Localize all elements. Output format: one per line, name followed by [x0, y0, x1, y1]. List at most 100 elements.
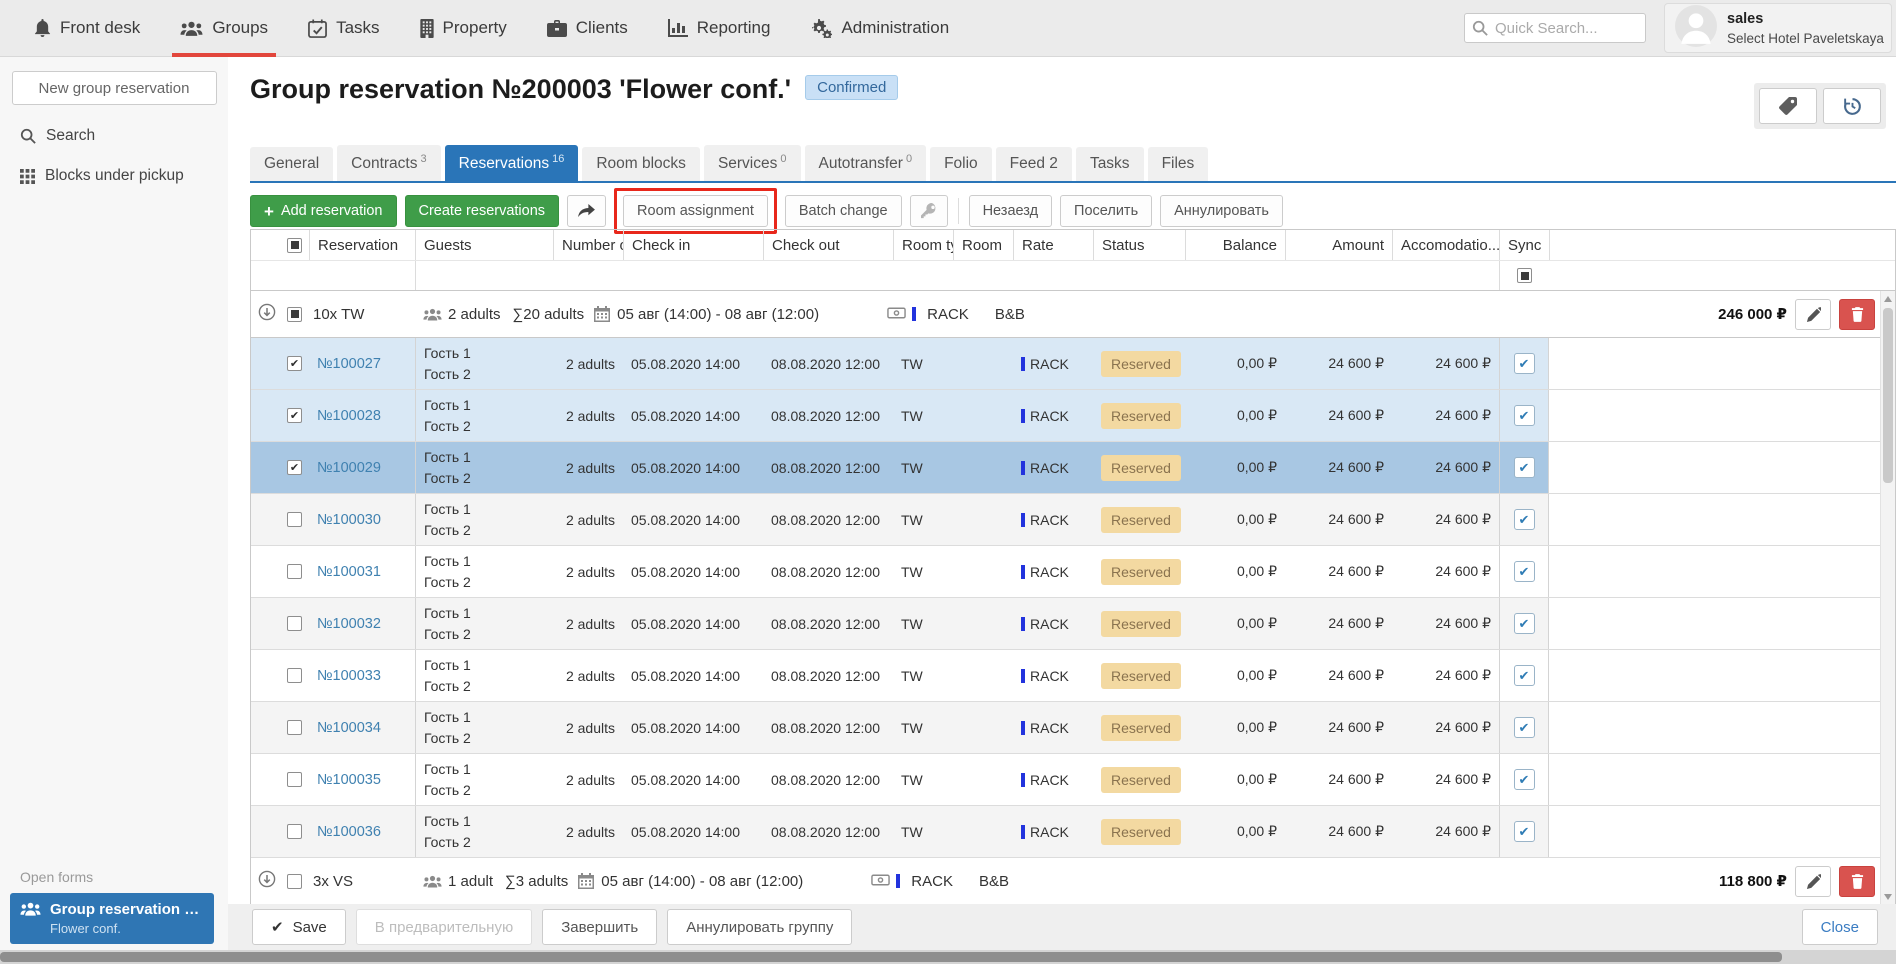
delete-group-button[interactable] [1839, 866, 1875, 897]
history-button[interactable] [1823, 88, 1881, 124]
sync-checkbox[interactable] [1514, 457, 1535, 478]
nav-groups[interactable]: Groups [180, 0, 268, 57]
nav-property[interactable]: Property [420, 0, 507, 57]
tab-files[interactable]: Files [1148, 147, 1209, 181]
row-checkbox[interactable] [287, 720, 302, 735]
reservation-link[interactable]: №100027 [317, 356, 381, 372]
sync-checkbox[interactable] [1514, 769, 1535, 790]
row-checkbox[interactable] [287, 460, 302, 475]
sync-checkbox[interactable] [1514, 353, 1535, 374]
scroll-up-arrow[interactable] [1884, 296, 1892, 302]
no-show-button[interactable]: Незаезд [969, 195, 1052, 227]
tab-contracts[interactable]: Contracts3 [337, 145, 440, 181]
sync-checkbox[interactable] [1514, 405, 1535, 426]
sidebar-item-search[interactable]: Search [20, 127, 228, 145]
group-checkbox[interactable] [287, 874, 302, 889]
sync-checkbox[interactable] [1514, 561, 1535, 582]
reservation-link[interactable]: №100036 [317, 824, 381, 840]
scroll-down-arrow[interactable] [1884, 894, 1892, 900]
user-menu[interactable]: sales Select Hotel Paveletskaya [1664, 3, 1892, 53]
sync-checkbox[interactable] [1514, 613, 1535, 634]
sync-checkbox[interactable] [1514, 665, 1535, 686]
sidebar-item-blocks-under-pickup[interactable]: Blocks under pickup [20, 167, 228, 185]
reservation-link[interactable]: №100030 [317, 512, 381, 528]
row-checkbox[interactable] [287, 668, 302, 683]
collapse-icon[interactable] [258, 303, 276, 325]
tab-reservations[interactable]: Reservations16 [445, 145, 579, 181]
collapse-icon[interactable] [258, 870, 276, 892]
tab-autotransfer[interactable]: Autotransfer0 [805, 145, 927, 181]
room-cell [953, 702, 1013, 753]
tab-tasks[interactable]: Tasks [1076, 147, 1144, 181]
table-row[interactable]: №100033 Гость 1Гость 2 2 adults 05.08.20… [251, 650, 1895, 702]
table-row[interactable]: №100030 Гость 1Гость 2 2 adults 05.08.20… [251, 494, 1895, 546]
table-row[interactable]: №100027 Гость 1Гость 2 2 adults 05.08.20… [251, 338, 1895, 390]
reservation-link[interactable]: №100033 [317, 668, 381, 684]
new-group-reservation-button[interactable]: New group reservation [12, 71, 217, 105]
nav-front-desk[interactable]: Front desk [34, 0, 140, 57]
table-row[interactable]: №100035 Гость 1Гость 2 2 adults 05.08.20… [251, 754, 1895, 806]
tab-services[interactable]: Services0 [704, 145, 801, 181]
sync-checkbox[interactable] [1514, 717, 1535, 738]
create-reservations-button[interactable]: Create reservations [405, 195, 560, 227]
row-checkbox[interactable] [287, 772, 302, 787]
quick-search-input[interactable] [1464, 13, 1646, 43]
save-button[interactable]: Save [252, 909, 346, 945]
edit-group-button[interactable] [1795, 299, 1831, 330]
key-button[interactable] [910, 195, 948, 227]
table-row[interactable]: №100034 Гость 1Гость 2 2 adults 05.08.20… [251, 702, 1895, 754]
annul-group-button[interactable]: Аннулировать группу [667, 909, 852, 945]
forward-button[interactable] [567, 195, 606, 227]
reservation-link[interactable]: №100034 [317, 720, 381, 736]
row-checkbox[interactable] [287, 564, 302, 579]
annul-button[interactable]: Аннулировать [1160, 195, 1283, 227]
sync-checkbox[interactable] [1514, 509, 1535, 530]
rate-color-bar [1021, 825, 1025, 839]
tab-feed[interactable]: Feed 2 [996, 147, 1072, 181]
horizontal-scrollbar[interactable] [0, 950, 1896, 964]
tab-room-blocks[interactable]: Room blocks [582, 147, 700, 181]
reservation-link[interactable]: №100029 [317, 460, 381, 476]
open-form-card[interactable]: Group reservation №2... Flower conf. [10, 893, 214, 944]
nav-reporting[interactable]: Reporting [668, 0, 771, 57]
table-row[interactable]: №100028 Гость 1Гость 2 2 adults 05.08.20… [251, 390, 1895, 442]
row-checkbox[interactable] [287, 408, 302, 423]
reservation-link[interactable]: №100031 [317, 564, 381, 580]
room-assignment-button[interactable]: Room assignment [623, 195, 768, 227]
delete-group-button[interactable] [1839, 299, 1875, 330]
tags-button[interactable] [1759, 88, 1817, 124]
finish-button[interactable]: Завершить [542, 909, 657, 945]
settle-button[interactable]: Поселить [1060, 195, 1152, 227]
reservation-link[interactable]: №100028 [317, 408, 381, 424]
group-row-tw[interactable]: 10x TW 2 adults ∑20 adults 05 авг (14:00… [251, 291, 1895, 338]
tab-general[interactable]: General [250, 147, 333, 181]
reservation-link[interactable]: №100035 [317, 772, 381, 788]
nav-clients[interactable]: Clients [547, 0, 628, 57]
table-row[interactable]: №100031 Гость 1Гость 2 2 adults 05.08.20… [251, 546, 1895, 598]
edit-group-button[interactable] [1795, 866, 1831, 897]
adults-cell: 2 adults [553, 338, 623, 389]
table-row[interactable]: №100032 Гость 1Гость 2 2 adults 05.08.20… [251, 598, 1895, 650]
row-checkbox[interactable] [287, 512, 302, 527]
reservation-link[interactable]: №100032 [317, 616, 381, 632]
tab-folio[interactable]: Folio [930, 147, 992, 181]
scrollbar-thumb[interactable] [1883, 308, 1893, 483]
nav-tasks[interactable]: Tasks [308, 0, 379, 57]
sync-checkbox[interactable] [1514, 821, 1535, 842]
sync-all-checkbox[interactable] [1517, 268, 1532, 283]
vertical-scrollbar[interactable] [1880, 291, 1895, 905]
row-checkbox[interactable] [287, 824, 302, 839]
add-reservation-button[interactable]: +Add reservation [250, 195, 397, 227]
scrollbar-thumb[interactable] [0, 952, 1782, 962]
close-button[interactable]: Close [1802, 909, 1878, 945]
nav-administration[interactable]: Administration [810, 0, 949, 57]
select-all-checkbox[interactable] [287, 238, 302, 253]
row-checkbox[interactable] [287, 356, 302, 371]
group-row-vs[interactable]: 3x VS 1 adult ∑3 adults 05 авг (14:00) -… [251, 858, 1895, 905]
batch-change-button[interactable]: Batch change [785, 195, 902, 227]
group-checkbox[interactable] [287, 307, 302, 322]
table-row[interactable]: №100036 Гость 1Гость 2 2 adults 05.08.20… [251, 806, 1895, 858]
table-row[interactable]: №100029 Гость 1Гость 2 2 adults 05.08.20… [251, 442, 1895, 494]
to-preliminary-button[interactable]: В предварительную [356, 909, 532, 945]
row-checkbox[interactable] [287, 616, 302, 631]
